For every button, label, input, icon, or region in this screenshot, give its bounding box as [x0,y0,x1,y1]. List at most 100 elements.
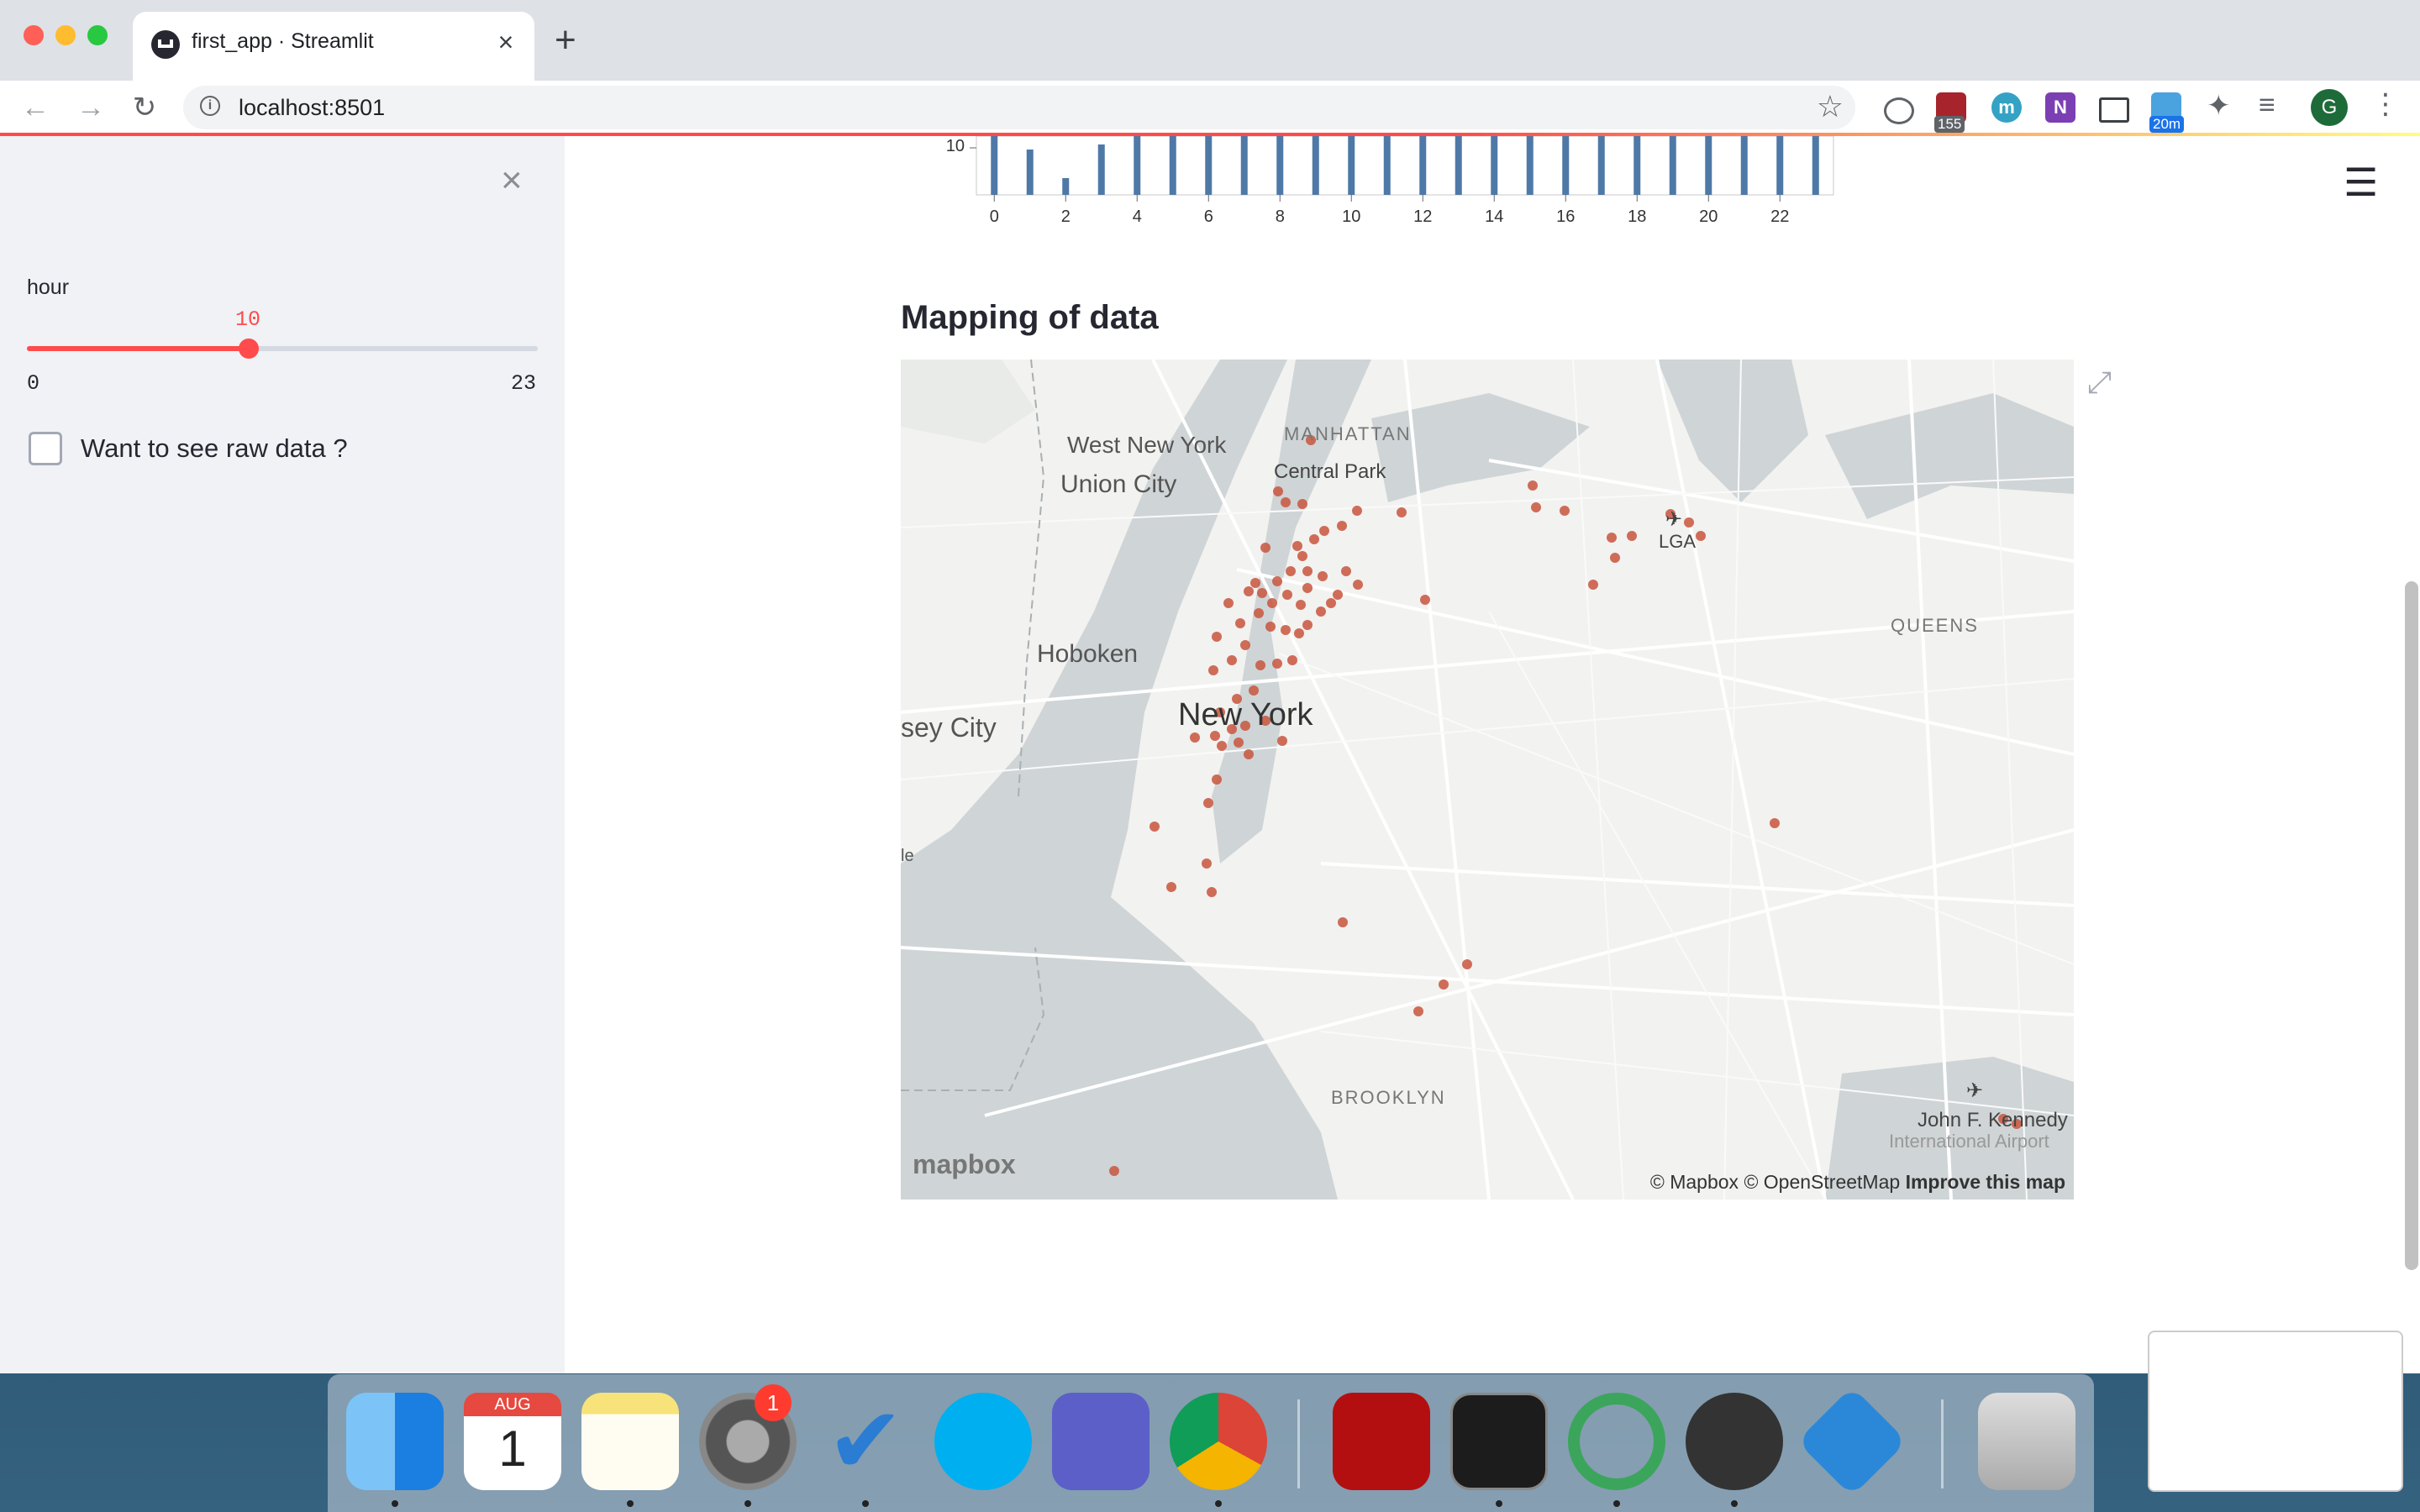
calendar-icon[interactable]: AUG 1 [464,1393,561,1490]
map-point [1260,543,1270,553]
map-point [1610,553,1620,563]
map-label-lga: LGA [1659,531,1697,552]
minimize-window-button[interactable] [55,25,76,45]
map-point [1531,502,1541,512]
back-arrow-icon[interactable]: ← [17,89,54,126]
map-point [1281,497,1291,507]
m-extension-icon[interactable]: m [1991,92,2022,123]
map-point [1338,917,1348,927]
map-point [1203,798,1213,808]
attribution-osm-link[interactable]: © OpenStreetMap [1744,1171,1900,1193]
map-point [1250,578,1260,588]
url-text[interactable]: localhost:8501 [239,95,385,121]
histogram-bar [1062,178,1070,195]
tab-close-button[interactable]: × [489,25,523,59]
map-label-queens: QUEENS [1891,615,1979,636]
finder-icon[interactable] [346,1393,444,1490]
map-label-west-new-york: West New York [1067,432,1227,458]
map-point [1413,1006,1423,1016]
map-view[interactable]: MANHATTAN Central Park West New York Uni… [901,360,2074,1200]
map-point [1302,566,1313,576]
teams-icon[interactable] [1052,1393,1150,1490]
tab-first-app[interactable]: first_app · Streamlit × [133,12,534,81]
address-bar[interactable]: i localhost:8501 ☆ [183,86,1855,129]
new-tab-button[interactable]: + [555,22,576,59]
map-point [1297,551,1307,561]
x-tick-label: 18 [1628,207,1646,226]
sidebar-close-icon[interactable]: × [501,160,523,202]
map-point [1341,566,1351,576]
network-app-icon[interactable] [1686,1393,1783,1490]
onenote-extension-icon[interactable]: N [2045,92,2075,123]
notes-icon[interactable] [581,1393,679,1490]
dock-running-indicator [1215,1500,1222,1507]
map-label-hoboken: Hoboken [1037,640,1139,668]
timer-extension-icon[interactable]: 20m [2149,92,2185,133]
zoom-window-button[interactable] [87,25,108,45]
attribution-mapbox-link[interactable]: © Mapbox [1650,1171,1739,1193]
dock-running-indicator [627,1500,634,1507]
hour-slider[interactable] [27,339,538,359]
chrome-icon[interactable] [1170,1393,1267,1490]
x-tick-label: 16 [1556,207,1575,226]
histogram-bar [1812,136,1819,195]
map-point [1272,659,1282,669]
main-content: ☰ 10 0 2 4 6 8 10 12 14 16 18 20 22 Mapping of data [565,136,2420,1373]
map-point [1318,571,1328,581]
streamlit-sidebar: × hour 10 0 23 Want to see raw data ? [0,136,565,1373]
slider-thumb[interactable] [239,339,260,359]
tab-strip: first_app · Streamlit × + [0,0,2420,81]
histogram-bar [1776,136,1784,195]
x-tick-label: 10 [1342,207,1360,226]
profile-avatar[interactable]: G [2311,89,2348,126]
histogram-bar [1526,136,1534,195]
dock-running-indicator [1496,1500,1502,1507]
skype-icon[interactable] [934,1393,1032,1490]
fullscreen-expand-icon[interactable]: ⤢ [2087,365,2112,401]
todo-check-icon[interactable]: ✔ [817,1393,914,1490]
histogram-bar [991,136,998,195]
forward-arrow-icon[interactable]: → [72,89,109,126]
map-point [1223,598,1234,608]
map-point [1249,685,1259,696]
map-point [1326,598,1336,608]
histogram-bar [1276,136,1284,195]
x-tick-label: 20 [1699,207,1718,226]
map-point [1333,590,1343,600]
raw-data-checkbox-label[interactable]: Want to see raw data ? [81,433,348,464]
trash-icon[interactable] [1978,1393,2075,1490]
circular-app-icon[interactable] [1568,1393,1665,1490]
histogram-bar [1312,136,1319,195]
extensions-puzzle-icon[interactable]: ✦ [2207,89,2237,122]
media-queue-icon[interactable]: ≡ [2259,89,2289,121]
red-extension-icon[interactable]: 155 [1934,92,1966,133]
site-info-icon[interactable]: i [200,96,220,116]
raw-data-checkbox[interactable] [29,432,62,465]
close-window-button[interactable] [24,25,44,45]
improve-map-link[interactable]: Improve this map [1906,1171,2065,1193]
dock-separator-2 [1941,1399,1944,1488]
page-scrollbar[interactable] [2405,581,2418,1270]
browser-menu-icon[interactable]: ⋮ [2371,87,2400,121]
reload-icon[interactable]: ↻ [126,89,163,126]
mapbox-logo[interactable]: mapbox [913,1149,1016,1180]
chart-frame [976,136,1834,196]
map-point [1397,507,1407,517]
map-point [1217,741,1227,751]
cloud-extension-icon[interactable] [1884,97,1914,124]
map-label-manhattan: MANHATTAN [1284,423,1412,444]
section-title: Mapping of data [901,299,1159,336]
dock-running-indicator [862,1500,869,1507]
map-point [1272,576,1282,586]
slider-min-label: 0 [27,371,40,396]
airplane-icon-lga: ✈ [1665,508,1683,531]
acrobat-icon[interactable] [1333,1393,1430,1490]
x-tick-label: 2 [1061,207,1071,226]
histogram-bar [1705,136,1712,195]
screenshot-thumbnail-preview[interactable] [2148,1331,2403,1492]
blue-diamond-app-icon[interactable] [1797,1386,1907,1497]
reader-extension-icon[interactable] [2099,97,2129,123]
bookmark-star-icon[interactable]: ☆ [1817,89,1844,124]
terminal-icon[interactable] [1450,1393,1548,1490]
hamburger-menu-icon[interactable]: ☰ [2344,160,2378,205]
